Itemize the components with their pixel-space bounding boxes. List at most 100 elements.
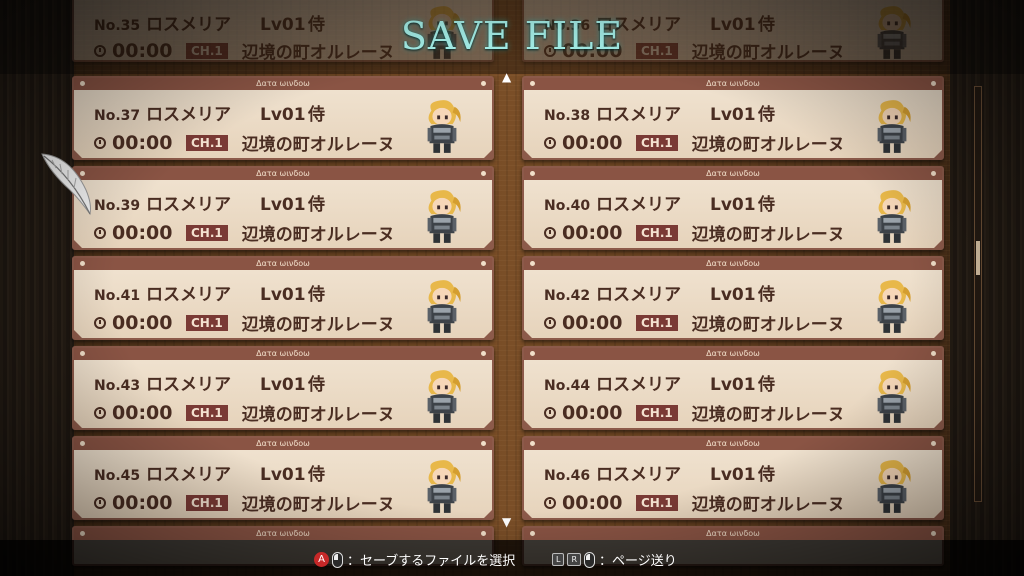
play-time: 00:00 [112,401,173,424]
r-button-icon: R [567,553,582,566]
location-name: 辺境の町オルレーヌ [241,405,395,425]
character-portrait-icon [877,280,911,333]
card-header: Δατα ωινδοω [524,78,942,90]
character-level: Lv01 [710,195,756,215]
play-time: 00:00 [112,311,173,334]
card-header: Δατα ωινδοω [74,438,492,450]
card-header: Δατα ωινδοω [524,348,942,360]
chapter-badge: CH.1 [636,314,678,331]
play-time: 00:00 [562,311,623,334]
save-slot-card[interactable]: Δατα ωινδοω No.41 ロスメリア Lv01 侍 00:00 CH.1 辺境の町オ… [72,256,494,340]
save-slot-card[interactable]: Δατα ωινδοω No.44 ロスメリア Lv01 侍 00:00 CH.1 辺境の町オ… [522,346,944,430]
slot-number: No.45 [94,468,141,484]
clock-icon [94,406,106,419]
character-portrait-icon [877,190,911,243]
card-header: Δατα ωινδοω [74,258,492,270]
character-level: Lv01 [710,465,756,485]
play-time: 00:00 [562,221,623,244]
character-job: 侍 [758,465,775,485]
character-job: 侍 [758,285,775,305]
page-hint: L R ：ページ送り [552,550,677,569]
card-header: Δατα ωινδοω [524,168,942,180]
card-header: Δατα ωινδοω [74,78,492,90]
play-time: 00:00 [562,131,623,154]
character-level: Lv01 [260,465,306,485]
mouse-wheel-icon [584,551,596,568]
character-name: ロスメリア [146,105,231,125]
clock-icon [544,496,556,509]
character-level: Lv01 [260,105,306,125]
clock-icon [94,136,106,149]
play-time: 00:00 [112,221,173,244]
card-header: Δατα ωινδοω [74,168,492,180]
character-job: 侍 [758,375,775,395]
save-slot-card[interactable]: Δατα ωινδοω No.45 ロスメリア Lv01 侍 00:00 CH.1 辺境の町オ… [72,436,494,520]
character-name: ロスメリア [146,465,231,485]
background-left-panel [0,0,74,576]
background-right-panel [950,0,1024,576]
scrollbar-thumb[interactable] [976,241,980,275]
l-button-icon: L [552,553,565,566]
clock-icon [544,136,556,149]
character-job: 侍 [308,375,325,395]
character-name: ロスメリア [146,195,231,215]
character-portrait-icon [427,370,461,423]
scroll-down-arrow-icon[interactable]: ▼ [502,515,511,529]
select-hint: A ：セーブするファイルを選択 [314,550,515,569]
save-slot-card[interactable]: Δατα ωινδοω No.39 ロスメリア Lv01 侍 00:00 CH.1 辺境の町オ… [72,166,494,250]
slot-number: No.44 [544,378,591,394]
save-slot-card[interactable]: Δατα ωινδοω No.40 ロスメリア Lv01 侍 00:00 CH.1 辺境の町オ… [522,166,944,250]
save-slot-card[interactable]: Δατα ωινδοω No.43 ロスメリア Lv01 侍 00:00 CH.1 辺境の町オ… [72,346,494,430]
character-job: 侍 [308,195,325,215]
character-job: 侍 [308,105,325,125]
scrollbar[interactable] [974,86,982,502]
character-name: ロスメリア [596,375,681,395]
character-portrait-icon [427,190,461,243]
chapter-badge: CH.1 [636,134,678,151]
character-job: 侍 [308,465,325,485]
card-header: Δατα ωινδοω [74,528,492,540]
chapter-badge: CH.1 [186,494,228,511]
character-name: ロスメリア [596,195,681,215]
slot-number: No.41 [94,288,141,304]
location-name: 辺境の町オルレーヌ [691,135,845,155]
slot-number: No.38 [544,108,591,124]
play-time: 00:00 [562,491,623,514]
character-portrait-icon [877,100,911,153]
slot-number: No.39 [94,198,141,214]
character-level: Lv01 [260,195,306,215]
slot-number: No.40 [544,198,591,214]
chapter-badge: CH.1 [186,224,228,241]
save-slot-card[interactable]: Δατα ωινδοω No.37 ロスメリア Lv01 侍 00:00 CH.1 辺境の町オ… [72,76,494,160]
character-portrait-icon [427,100,461,153]
save-slot-card[interactable]: Δατα ωινδοω No.42 ロスメリア Lv01 侍 00:00 CH.1 辺境の町オ… [522,256,944,340]
save-slot-card[interactable]: Δατα ωινδοω No.38 ロスメリア Lv01 侍 00:00 CH.1 辺境の町オ… [522,76,944,160]
character-name: ロスメリア [146,285,231,305]
play-time: 00:00 [112,131,173,154]
save-slot-card[interactable]: Δατα ωινδοω No.46 ロスメリア Lv01 侍 00:00 CH.1 辺境の町オ… [522,436,944,520]
clock-icon [544,406,556,419]
character-job: 侍 [308,285,325,305]
chapter-badge: CH.1 [186,134,228,151]
character-level: Lv01 [710,105,756,125]
location-name: 辺境の町オルレーヌ [241,135,395,155]
control-hints-bar: A ：セーブするファイルを選択 L R ：ページ送り [0,540,1024,576]
page-title: SAVE FILE [400,14,624,58]
location-name: 辺境の町オルレーヌ [691,315,845,335]
scroll-up-arrow-icon[interactable]: ▲ [502,70,511,84]
chapter-badge: CH.1 [186,404,228,421]
slot-number: No.37 [94,108,141,124]
slot-number: No.46 [544,468,591,484]
play-time: 00:00 [562,401,623,424]
location-name: 辺境の町オルレーヌ [691,225,845,245]
a-button-icon: A [314,552,329,567]
play-time: 00:00 [112,491,173,514]
character-name: ロスメリア [596,465,681,485]
card-header: Δατα ωινδοω [524,258,942,270]
character-name: ロスメリア [596,285,681,305]
character-level: Lv01 [260,285,306,305]
chapter-badge: CH.1 [636,494,678,511]
feather-quill-cursor-icon [41,153,91,216]
character-level: Lv01 [710,285,756,305]
character-portrait-icon [427,460,461,513]
